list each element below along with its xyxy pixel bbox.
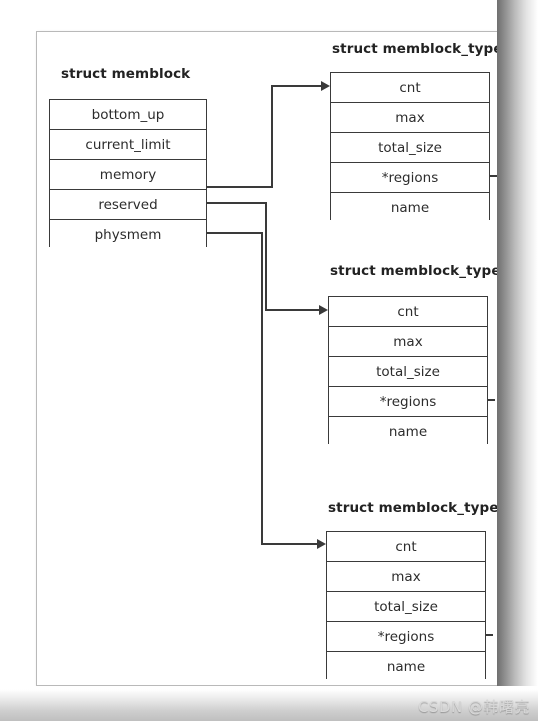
right-struct-title-2: struct memblock_type: [330, 263, 501, 279]
arrow-head-icon: [319, 305, 328, 315]
page-edge-shadow-right: [497, 0, 538, 721]
regions-stub-icon-2: [488, 399, 495, 401]
struct-field-row: *regions: [329, 387, 487, 417]
struct-field-row: current_limit: [50, 130, 206, 160]
struct-field-row: total_size: [329, 357, 487, 387]
arrow-head-icon: [317, 539, 326, 549]
struct-field-row: total_size: [327, 592, 485, 622]
struct-field-row: physmem: [50, 220, 206, 250]
struct-field-row: max: [329, 327, 487, 357]
struct-field-row: name: [331, 193, 489, 223]
struct-field-row: max: [327, 562, 485, 592]
struct-field-row: bottom_up: [50, 100, 206, 130]
struct-field-row: total_size: [331, 133, 489, 163]
right-struct-title-1: struct memblock_type: [332, 41, 503, 57]
right-struct-title-3: struct memblock_type: [328, 500, 499, 516]
struct-field-row: *regions: [327, 622, 485, 652]
struct-memblock-type-table-2: cnt max total_size *regions name: [328, 296, 488, 447]
struct-field-row: name: [329, 417, 487, 447]
struct-memblock-type-table-1: cnt max total_size *regions name: [330, 72, 490, 223]
struct-memblock-type-table-3: cnt max total_size *regions name: [326, 531, 486, 682]
regions-stub-icon-1: [490, 175, 497, 177]
struct-field-row: cnt: [329, 297, 487, 327]
struct-field-row: cnt: [331, 73, 489, 103]
struct-field-row: max: [331, 103, 489, 133]
struct-field-row: *regions: [331, 163, 489, 193]
diagram-canvas: struct memblock bottom_up current_limit …: [0, 0, 538, 721]
watermark-text: CSDN @韩曙亮: [417, 698, 530, 716]
left-struct-title: struct memblock: [61, 66, 191, 82]
struct-field-row: cnt: [327, 532, 485, 562]
struct-field-row: memory: [50, 160, 206, 190]
struct-field-row: reserved: [50, 190, 206, 220]
arrow-head-icon: [321, 81, 330, 91]
regions-stub-icon-3: [486, 634, 493, 636]
struct-field-row: name: [327, 652, 485, 682]
struct-memblock-table: bottom_up current_limit memory reserved …: [49, 99, 207, 250]
